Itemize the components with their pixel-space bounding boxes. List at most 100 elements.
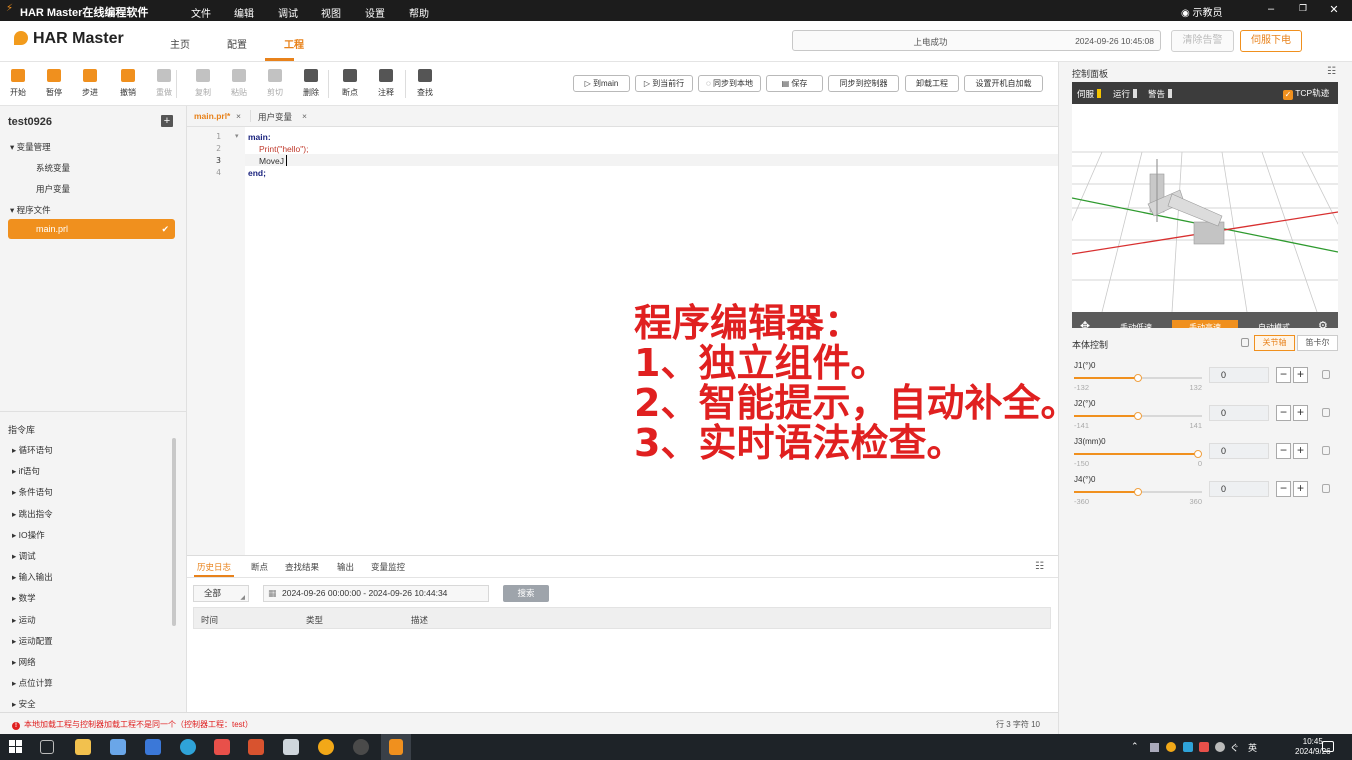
lock-icon[interactable] — [1241, 338, 1249, 347]
toolbar-button-play[interactable]: 开始 — [3, 69, 33, 98]
run-to-main-button[interactable]: ▷ 到main — [573, 75, 630, 92]
library-item[interactable]: ▸ 跳出指令 — [12, 508, 53, 520]
editor-tab-main[interactable]: main.prl* — [194, 111, 230, 121]
tray-app-icon[interactable] — [1166, 742, 1176, 752]
mode-auto[interactable]: 自动模式 — [1240, 320, 1308, 328]
log-filter-select[interactable]: 全部 ◢ — [193, 585, 249, 602]
library-scrollbar[interactable] — [172, 438, 176, 626]
joint-value-input[interactable]: 0 — [1209, 481, 1269, 497]
code-line[interactable]: end; — [248, 168, 266, 178]
clear-alarm-button[interactable]: 清除告警 — [1171, 30, 1234, 52]
increment-button[interactable]: + — [1293, 367, 1308, 383]
mode-manual-high[interactable]: 手动高速 — [1172, 320, 1238, 328]
increment-button[interactable]: + — [1293, 405, 1308, 421]
lock-icon[interactable] — [1322, 370, 1330, 379]
tab-output[interactable]: 输出 — [337, 561, 354, 573]
har-master-taskbar-button[interactable] — [381, 734, 411, 760]
add-icon[interactable]: + — [161, 115, 173, 127]
menu-file[interactable]: 文件 — [191, 5, 211, 20]
decrement-button[interactable]: − — [1276, 405, 1291, 421]
tab-config[interactable]: 配置 — [227, 36, 247, 51]
robot-3d-view[interactable]: 伺服 运行 警告 ✓ TCP轨迹 ✥ 手动低速 手动高速 自动模式 ⚙ — [1072, 82, 1338, 328]
store-icon[interactable] — [110, 739, 126, 755]
edge-icon[interactable] — [180, 739, 196, 755]
close-icon[interactable]: × — [236, 111, 241, 121]
lock-icon[interactable] — [1322, 408, 1330, 417]
save-button[interactable]: ▤ 保存 — [766, 75, 823, 92]
windows-start-icon[interactable] — [9, 740, 22, 753]
toolbar-button-cut[interactable]: 剪切 — [260, 69, 290, 98]
tab-history-log[interactable]: 历史日志 — [197, 561, 231, 573]
joint-value-input[interactable]: 0 — [1209, 367, 1269, 383]
tree-item-main-prl[interactable]: main.prl ✔ — [8, 219, 175, 239]
toolbar-button-comment[interactable]: 注释 — [371, 69, 401, 98]
menu-view[interactable]: 视图 — [321, 5, 341, 20]
toolbar-button-breakpoint[interactable]: 断点 — [335, 69, 365, 98]
tray-app-icon[interactable] — [1215, 742, 1225, 752]
unload-project-button[interactable]: 卸载工程 — [905, 75, 959, 92]
menu-edit[interactable]: 编辑 — [234, 5, 254, 20]
task-view-icon[interactable] — [40, 740, 54, 754]
library-item[interactable]: ▸ 循环语句 — [12, 444, 53, 456]
library-item[interactable]: ▸ if语句 — [12, 465, 40, 477]
date-range-input[interactable]: ▦ 2024-09-26 00:00:00 - 2024-09-26 10:44:… — [263, 585, 489, 602]
close-button[interactable]: ✕ — [1324, 3, 1344, 16]
library-item[interactable]: ▸ 调试 — [12, 550, 36, 562]
lock-icon[interactable] — [1322, 484, 1330, 493]
joint-slider[interactable] — [1074, 450, 1202, 458]
increment-button[interactable]: + — [1293, 443, 1308, 459]
file-explorer-icon[interactable] — [75, 739, 91, 755]
maximize-button[interactable]: ❐ — [1293, 3, 1313, 14]
toolbar-button-step[interactable]: 步进 — [75, 69, 105, 98]
tray-app-icon[interactable] — [1183, 742, 1193, 752]
library-item[interactable]: ▸ 运动 — [12, 614, 36, 626]
toolbar-button-find[interactable]: 查找 — [410, 69, 440, 98]
decrement-button[interactable]: − — [1276, 443, 1291, 459]
volume-icon[interactable]: ぐ — [1230, 741, 1239, 754]
tab-variable-watch[interactable]: 变量监控 — [371, 561, 405, 573]
app-icon[interactable] — [283, 739, 299, 755]
network-icon[interactable] — [1150, 743, 1159, 752]
joint-slider[interactable] — [1074, 412, 1202, 420]
toolbar-button-pause[interactable]: 暂停 — [39, 69, 69, 98]
app-icon[interactable] — [353, 739, 369, 755]
joint-slider[interactable] — [1074, 374, 1202, 382]
toolbar-button-paste[interactable]: 粘贴 — [224, 69, 254, 98]
slider-handle[interactable] — [1134, 488, 1142, 496]
library-item[interactable]: ▸ 安全 — [12, 698, 36, 710]
search-button[interactable]: 搜索 — [503, 585, 549, 602]
increment-button[interactable]: + — [1293, 481, 1308, 497]
powerpoint-icon[interactable] — [248, 739, 264, 755]
panel-menu-icon[interactable]: ☷ — [1035, 561, 1044, 572]
library-item[interactable]: ▸ 网络 — [12, 656, 36, 668]
decrement-button[interactable]: − — [1276, 367, 1291, 383]
toolbar-button-delete[interactable]: 删除 — [296, 69, 326, 98]
code-line[interactable]: main: — [248, 132, 271, 142]
slider-handle[interactable] — [1194, 450, 1202, 458]
fold-icon[interactable]: ▾ — [235, 132, 239, 140]
tray-expand-icon[interactable]: ⌃ — [1131, 741, 1139, 752]
menu-help[interactable]: 帮助 — [409, 5, 429, 20]
lock-icon[interactable] — [1322, 446, 1330, 455]
tab-home[interactable]: 主页 — [170, 36, 190, 51]
mail-icon[interactable] — [145, 739, 161, 755]
tray-app-icon[interactable] — [1199, 742, 1209, 752]
joint-slider[interactable] — [1074, 488, 1202, 496]
sync-controller-button[interactable]: 同步到控制器 — [828, 75, 899, 92]
servo-off-button[interactable]: 伺服下电 — [1240, 30, 1302, 52]
library-item[interactable]: ▸ 数学 — [12, 592, 36, 604]
toolbar-button-undo[interactable]: 撤销 — [113, 69, 143, 98]
menu-debug[interactable]: 调试 — [278, 5, 298, 20]
editor-tab-user-vars[interactable]: 用户变量 — [258, 111, 292, 123]
menu-settings[interactable]: 设置 — [365, 5, 385, 20]
slider-handle[interactable] — [1134, 374, 1142, 382]
app-icon[interactable] — [214, 739, 230, 755]
code-line[interactable]: Print("hello"); — [259, 144, 309, 154]
settings-icon[interactable]: ⚙ — [1318, 319, 1328, 328]
minimize-button[interactable]: – — [1261, 3, 1281, 15]
library-item[interactable]: ▸ 输入输出 — [12, 571, 53, 583]
user-menu[interactable]: ◉ 示教员 — [1181, 4, 1223, 19]
tab-find-results[interactable]: 查找结果 — [285, 561, 319, 573]
slider-handle[interactable] — [1134, 412, 1142, 420]
toolbar-button-copy[interactable]: 复制 — [188, 69, 218, 98]
